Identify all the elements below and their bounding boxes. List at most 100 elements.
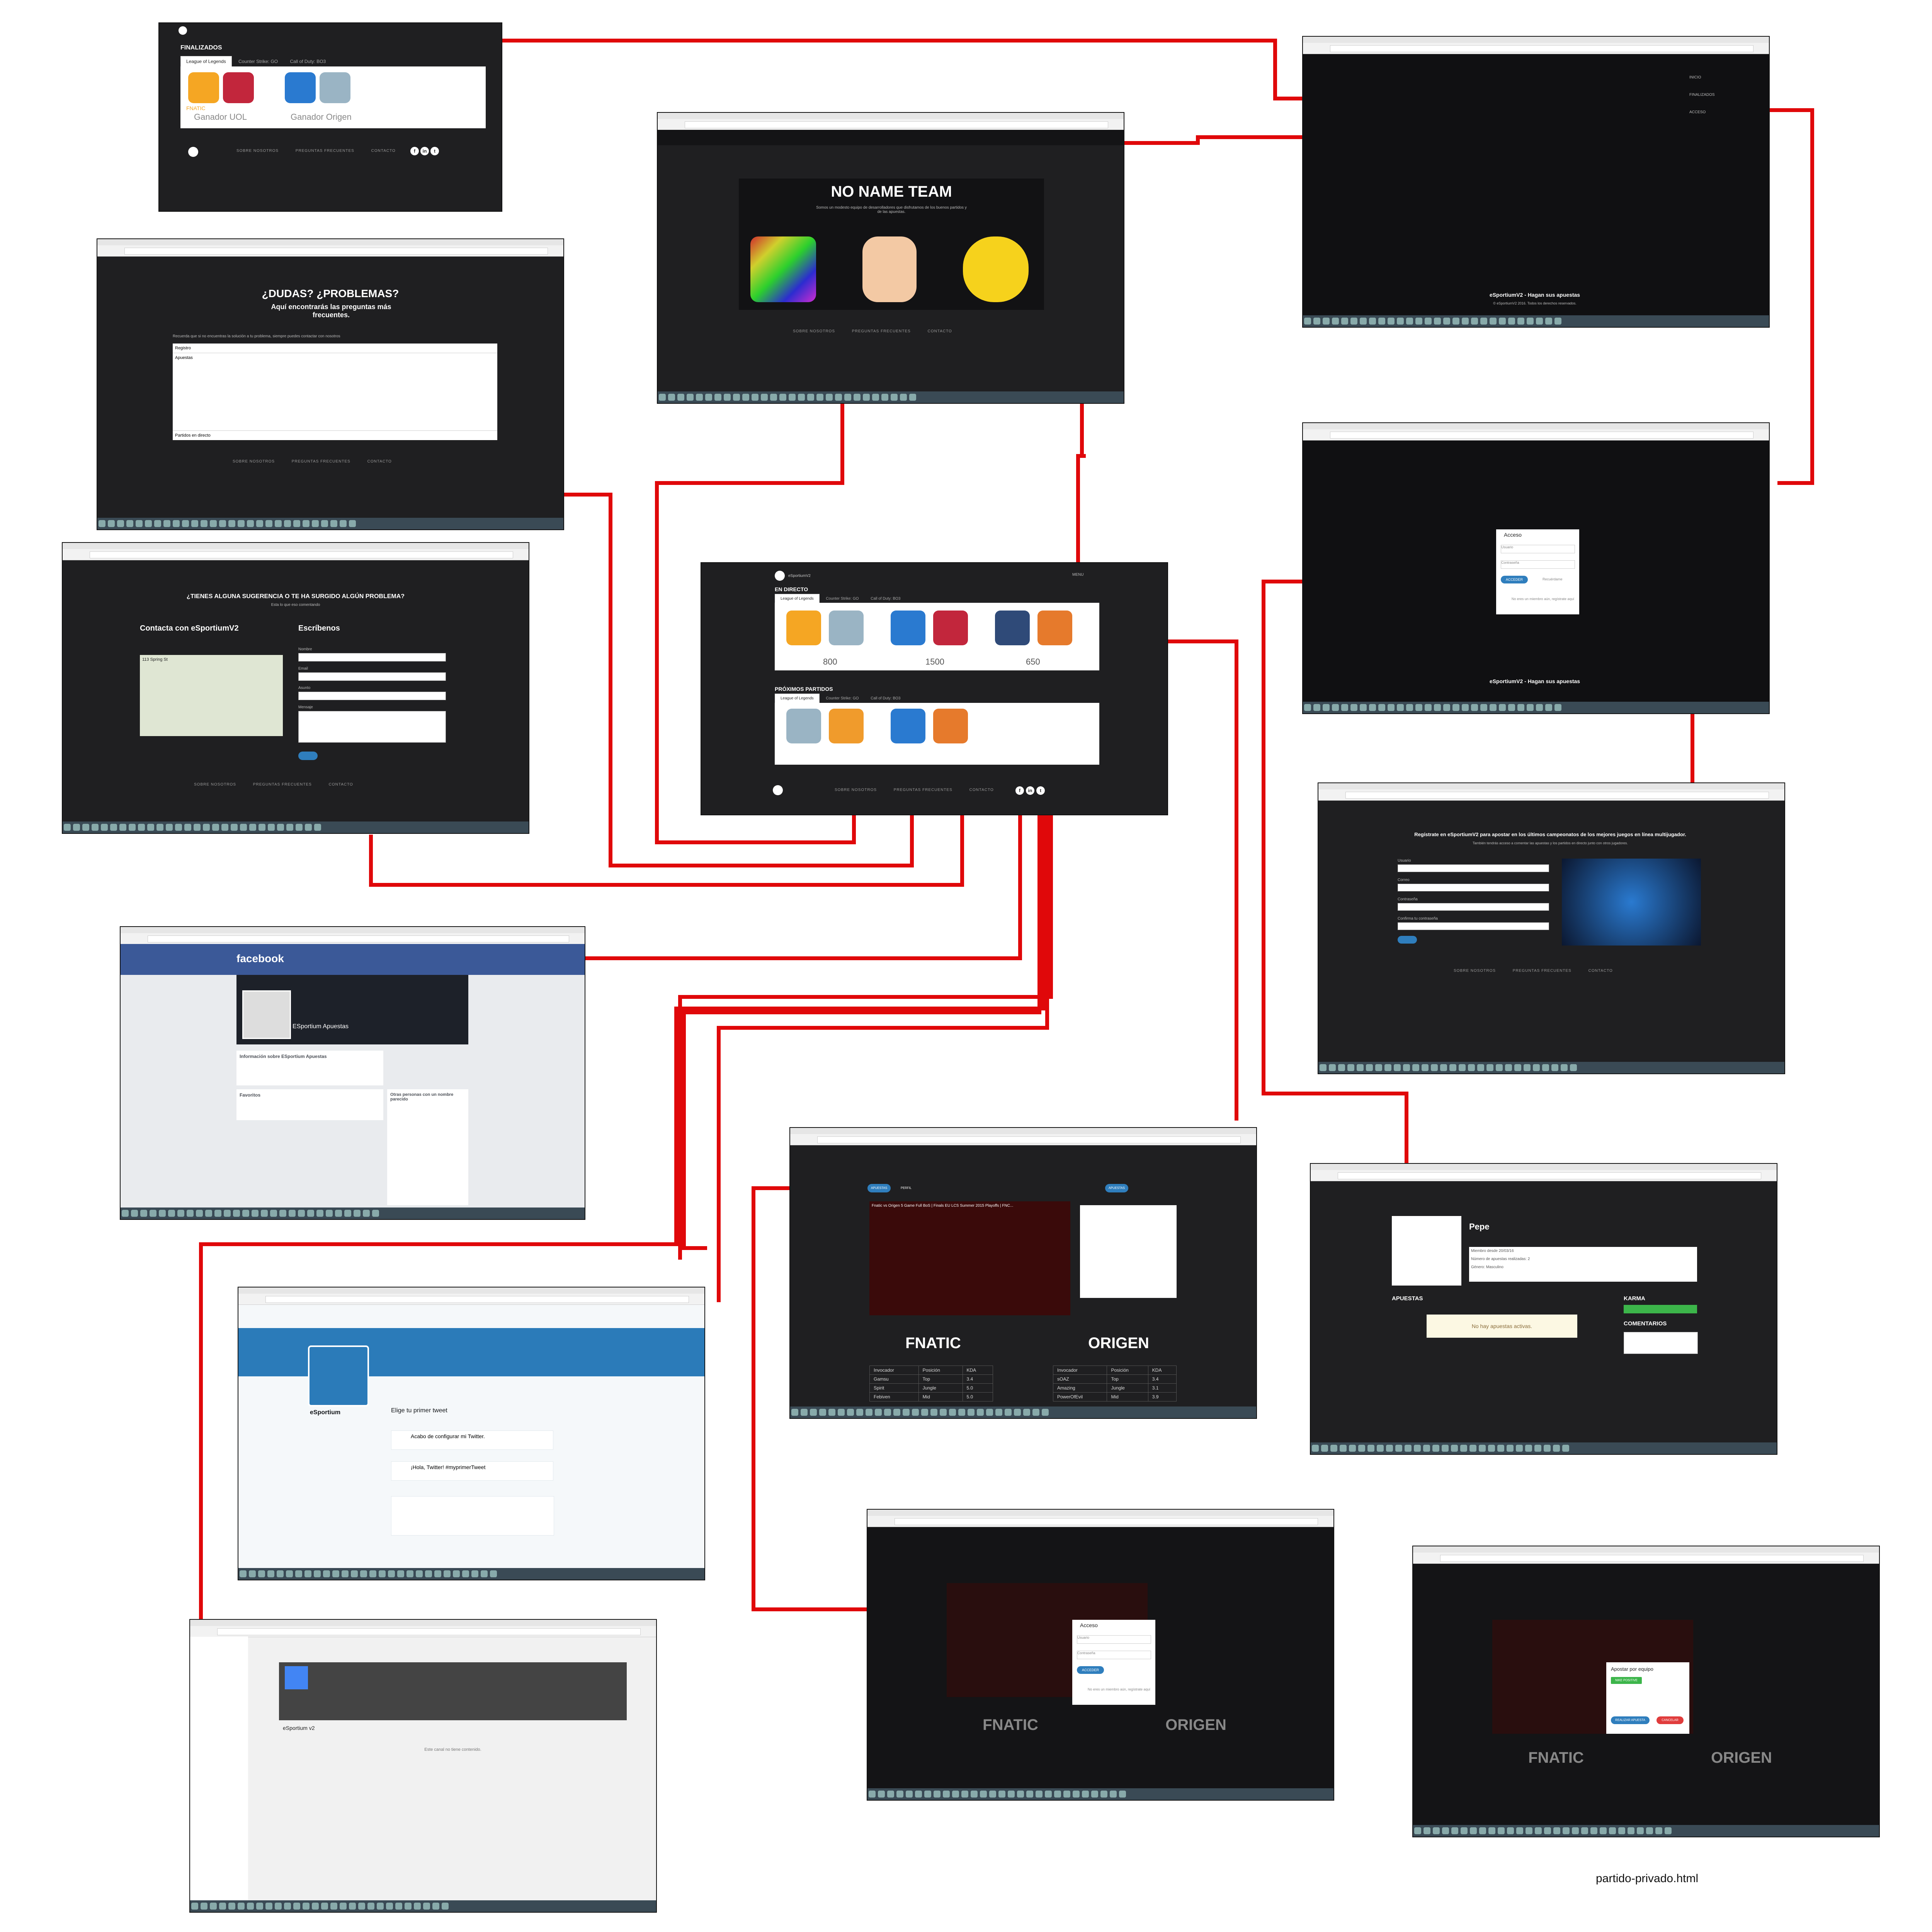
dock-app-icon[interactable]	[724, 394, 731, 401]
footer-faq[interactable]: PREGUNTAS FRECUENTES	[852, 329, 911, 333]
dock-app-icon[interactable]	[961, 1791, 968, 1798]
dock-app-icon[interactable]	[952, 1791, 959, 1798]
dock-app-icon[interactable]	[958, 1409, 965, 1416]
dock-app-icon[interactable]	[1321, 1445, 1328, 1452]
password-field[interactable]: Contraseña	[1077, 1651, 1151, 1659]
dock-app-icon[interactable]	[159, 1210, 166, 1217]
dock-app-icon[interactable]	[256, 520, 263, 527]
dock-app-icon[interactable]	[1360, 318, 1367, 325]
dock-app-icon[interactable]	[307, 1210, 314, 1217]
dock-app-icon[interactable]	[1434, 318, 1441, 325]
dock-app-icon[interactable]	[481, 1570, 488, 1577]
dock-app-icon[interactable]	[1332, 318, 1339, 325]
register-button[interactable]	[1398, 936, 1417, 944]
dock-app-icon[interactable]	[1415, 704, 1422, 711]
channel-avatar[interactable]	[285, 1666, 308, 1689]
dock-app-icon[interactable]	[386, 1903, 393, 1910]
dock-app-icon[interactable]	[1480, 704, 1487, 711]
dock-app-icon[interactable]	[1449, 1064, 1456, 1071]
dock-app-icon[interactable]	[893, 1409, 900, 1416]
footer-contact[interactable]: CONTACTO	[329, 782, 353, 787]
dock-app-icon[interactable]	[1414, 1445, 1421, 1452]
compose-box[interactable]	[391, 1496, 554, 1536]
dock-app-icon[interactable]	[101, 824, 108, 831]
dock-app-icon[interactable]	[866, 1409, 872, 1416]
dock-app-icon[interactable]	[1005, 1409, 1012, 1416]
dock-app-icon[interactable]	[1388, 704, 1395, 711]
dock-app-icon[interactable]	[379, 1570, 386, 1577]
dock-app-icon[interactable]	[1461, 1827, 1468, 1834]
dock-app-icon[interactable]	[1100, 1791, 1107, 1798]
footer-logo[interactable]	[773, 785, 783, 795]
dock-app-icon[interactable]	[971, 1791, 978, 1798]
dock-app-icon[interactable]	[856, 1409, 863, 1416]
dock-app-icon[interactable]	[1425, 318, 1432, 325]
dock-app-icon[interactable]	[388, 1570, 395, 1577]
login-button[interactable]: ACCEDER	[1501, 576, 1528, 583]
dock-app-icon[interactable]	[205, 1210, 212, 1217]
dock-app-icon[interactable]	[1516, 1827, 1523, 1834]
tab-lol[interactable]: League of Legends	[180, 56, 232, 66]
dock-app-icon[interactable]	[1443, 318, 1450, 325]
dock-app-icon[interactable]	[240, 824, 247, 831]
dock-app-icon[interactable]	[316, 1210, 323, 1217]
dock-app-icon[interactable]	[1554, 704, 1561, 711]
dock-app-icon[interactable]	[191, 520, 198, 527]
dock-app-icon[interactable]	[1423, 1827, 1430, 1834]
url-field[interactable]	[817, 1136, 1241, 1143]
bets-button-b[interactable]: APUESTAS	[1105, 1184, 1128, 1192]
dock-app-icon[interactable]	[154, 520, 161, 527]
dock-app-icon[interactable]	[156, 824, 163, 831]
dock-app-icon[interactable]	[1570, 1064, 1577, 1071]
dock-app-icon[interactable]	[1375, 1064, 1382, 1071]
dock-app-icon[interactable]	[1415, 318, 1422, 325]
dock-app-icon[interactable]	[677, 394, 684, 401]
dock-app-icon[interactable]	[1378, 318, 1385, 325]
dock-app-icon[interactable]	[1073, 1791, 1080, 1798]
footer-contact[interactable]: CONTACTO	[928, 329, 952, 333]
dock-app-icon[interactable]	[659, 394, 666, 401]
dock-app-icon[interactable]	[1471, 704, 1478, 711]
dock-app-icon[interactable]	[887, 1791, 894, 1798]
nombre-field[interactable]	[298, 653, 446, 662]
footer-faq[interactable]: PREGUNTAS FRECUENTES	[292, 459, 350, 464]
dock-app-icon[interactable]	[921, 1409, 928, 1416]
tab-lol[interactable]: League of Legends	[775, 594, 820, 603]
dock-app-icon[interactable]	[298, 1210, 305, 1217]
dock-app-icon[interactable]	[1498, 1827, 1505, 1834]
dock-app-icon[interactable]	[903, 1409, 910, 1416]
password-field[interactable]: Contraseña	[1501, 560, 1575, 569]
dock-app-icon[interactable]	[377, 1903, 384, 1910]
dock-app-icon[interactable]	[1304, 704, 1311, 711]
dock-app-icon[interactable]	[321, 1903, 328, 1910]
dock-app-icon[interactable]	[835, 394, 842, 401]
dock-app-icon[interactable]	[733, 394, 740, 401]
dock-app-icon[interactable]	[1350, 704, 1357, 711]
dock-app-icon[interactable]	[277, 1570, 284, 1577]
dock-app-icon[interactable]	[150, 1210, 156, 1217]
dock-app-icon[interactable]	[1542, 1064, 1549, 1071]
tweet-1[interactable]: Acabo de configurar mi Twitter.	[391, 1430, 553, 1450]
correo-field[interactable]	[1398, 884, 1549, 891]
register-link[interactable]: No eres un miembro aún, regístrate aquí	[1501, 597, 1574, 601]
dock-app-icon[interactable]	[986, 1409, 993, 1416]
dock-app-icon[interactable]	[714, 394, 721, 401]
site-logo[interactable]	[775, 571, 785, 581]
dock-app-icon[interactable]	[303, 1903, 310, 1910]
url-field[interactable]	[217, 1628, 641, 1635]
dock-app-icon[interactable]	[1553, 1445, 1560, 1452]
dock-app-icon[interactable]	[1517, 704, 1524, 711]
dock-app-icon[interactable]	[854, 394, 861, 401]
dock-app-icon[interactable]	[1388, 318, 1395, 325]
asunto-field[interactable]	[298, 692, 446, 700]
dock-app-icon[interactable]	[1497, 1445, 1504, 1452]
dock-app-icon[interactable]	[1443, 704, 1450, 711]
footer-contact[interactable]: CONTACTO	[1588, 969, 1613, 973]
dock-app-icon[interactable]	[1395, 1445, 1402, 1452]
dock-app-icon[interactable]	[1032, 1409, 1039, 1416]
nav-inicio[interactable]: INICIO	[1689, 75, 1701, 80]
dock-app-icon[interactable]	[1014, 1409, 1021, 1416]
dock-app-icon[interactable]	[351, 1570, 358, 1577]
dock-app-icon[interactable]	[314, 824, 321, 831]
dock-app-icon[interactable]	[191, 1903, 198, 1910]
